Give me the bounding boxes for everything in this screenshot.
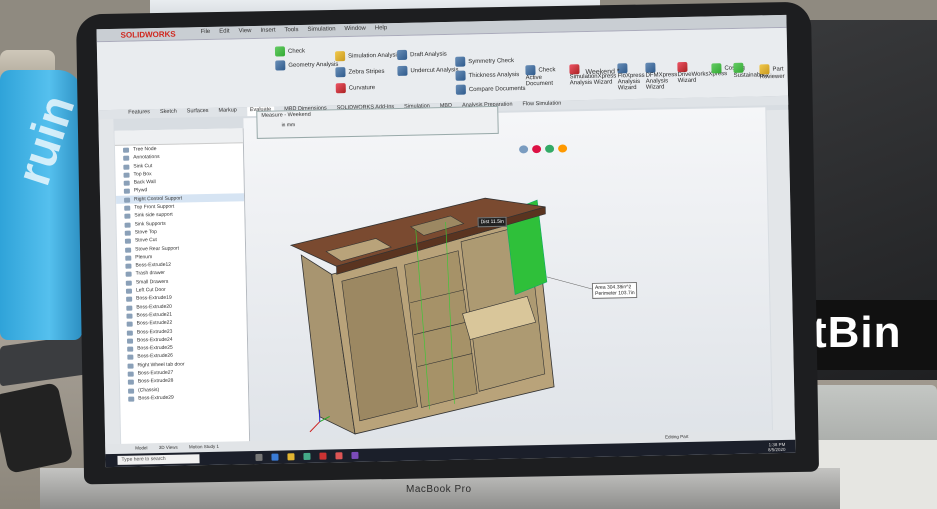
symmetry-icon bbox=[455, 56, 466, 67]
check-doc-icon bbox=[525, 65, 536, 76]
ribbon-thickness-button[interactable]: Thickness Analysis bbox=[455, 69, 519, 81]
distance-callout: Dist 11.5in bbox=[477, 216, 507, 228]
laptop-brand-label: MacBook Pro bbox=[406, 484, 472, 495]
ribbon-symmetry-button[interactable]: Symmetry Check bbox=[455, 56, 514, 67]
thickness-icon bbox=[455, 70, 466, 81]
zebra-icon bbox=[335, 67, 346, 78]
taskbar-clock: 1:38 PM 8/5/2020 bbox=[767, 441, 786, 453]
tab-features[interactable]: Features bbox=[128, 109, 150, 118]
status-text: Editing Part bbox=[665, 433, 689, 440]
menu-item-edit[interactable]: Edit bbox=[219, 28, 229, 34]
graphics-viewport[interactable]: Dist 11.5in Area 304.38in^2 Perimeter 10… bbox=[243, 107, 773, 452]
draft-icon bbox=[396, 49, 408, 60]
tree-list: Tree Node Annotations Sink Cut Top Box Back … bbox=[115, 143, 248, 403]
menu-item-simulation[interactable]: Simulation bbox=[307, 26, 335, 33]
menu-item-view[interactable]: View bbox=[239, 28, 252, 34]
tab-flow-simulation[interactable]: Flow Simulation bbox=[522, 101, 561, 111]
costing-icon bbox=[711, 63, 722, 74]
document-title: Weekend * bbox=[585, 68, 620, 77]
heads-up-toolbar bbox=[519, 144, 599, 156]
check-icon bbox=[274, 46, 286, 57]
menu-item-insert[interactable]: Insert bbox=[260, 28, 275, 34]
curvature-icon bbox=[335, 83, 346, 94]
driveworks-icon bbox=[677, 61, 688, 73]
folder-icon[interactable] bbox=[287, 453, 295, 461]
undercut-icon bbox=[397, 65, 408, 76]
solidworks-icon[interactable] bbox=[319, 452, 327, 460]
ribbon-floxpress-button[interactable]: FloXpress Analysis Wizard bbox=[617, 63, 645, 91]
simxpress-icon bbox=[569, 64, 580, 75]
app-icon-purple[interactable] bbox=[351, 451, 359, 460]
app-logo: SOLIDWORKS bbox=[120, 29, 176, 40]
display-style-icon[interactable] bbox=[532, 144, 542, 154]
measure-panel[interactable]: Measure - Weekend in mm bbox=[256, 105, 499, 139]
menu-item-help[interactable]: Help bbox=[375, 25, 387, 31]
area-callout: Area 304.38in^2 Perimeter 103.7in bbox=[591, 282, 638, 299]
tree-item[interactable]: Boss-Extrude29 bbox=[120, 392, 248, 403]
feature-manager-tree: Tree Node Annotations Sink Cut Top Box Back … bbox=[114, 128, 251, 451]
edge-icon[interactable] bbox=[271, 453, 279, 461]
appearance-icon[interactable] bbox=[545, 144, 555, 153]
tab-surfaces[interactable]: Surfaces bbox=[187, 108, 209, 117]
case-brand-text: tBin bbox=[812, 308, 902, 357]
sustain-icon bbox=[733, 62, 744, 73]
ribbon-undercut-button[interactable]: Undercut Analysis bbox=[397, 65, 459, 76]
geometry-analysis-icon bbox=[275, 60, 286, 71]
ribbon-check-doc-button[interactable]: Check Active Document bbox=[525, 65, 556, 87]
tab-model[interactable]: Model bbox=[135, 445, 147, 450]
ribbon-simulation-button[interactable]: Simulation Analysis bbox=[335, 50, 400, 62]
ribbon-compare-button[interactable]: Compare Documents bbox=[455, 83, 526, 95]
ribbon-check-button[interactable]: Check bbox=[274, 46, 305, 57]
app-icon-red[interactable] bbox=[335, 452, 343, 460]
taskbar-search[interactable]: Type here to search bbox=[117, 454, 200, 465]
photo-scene: tBin ruin MacBook Pro SOLIDWORKS File Ed… bbox=[0, 0, 937, 509]
scene-icon[interactable] bbox=[558, 144, 568, 153]
store-icon[interactable] bbox=[303, 452, 311, 461]
view-orientation-icon[interactable] bbox=[519, 145, 529, 154]
cabinet-model bbox=[289, 197, 593, 435]
ribbon-geometry-button[interactable]: Geometry Analysis bbox=[275, 59, 338, 71]
ribbon-curvature-button[interactable]: Curvature bbox=[335, 82, 376, 94]
tab-motion-study[interactable]: Motion Study 1 bbox=[189, 444, 219, 450]
tab-sketch[interactable]: Sketch bbox=[160, 109, 177, 118]
menu-item-window[interactable]: Window bbox=[344, 26, 365, 32]
ribbon-driveworks-button[interactable]: DriveWorksXpress Wizard bbox=[677, 61, 727, 84]
task-view-icon[interactable] bbox=[255, 453, 263, 462]
menu-bar: File Edit View Insert Tools Simulation W… bbox=[201, 25, 388, 35]
tab-markup[interactable]: Markup bbox=[218, 107, 237, 116]
ribbon-dfm-button[interactable]: DFMXpress Analysis Wizard bbox=[645, 62, 677, 91]
tab-3d-views[interactable]: 3D Views bbox=[159, 445, 178, 450]
ribbon-draft-button[interactable]: Draft Analysis bbox=[396, 49, 447, 60]
ribbon-reviewer-button[interactable]: Part Reviewer bbox=[759, 64, 785, 80]
measure-unit[interactable]: in mm bbox=[281, 122, 295, 128]
dfm-icon bbox=[645, 62, 656, 73]
reviewer-icon bbox=[759, 64, 770, 75]
menu-item-file[interactable]: File bbox=[201, 29, 211, 35]
laptop-screen: SOLIDWORKS File Edit View Insert Tools S… bbox=[96, 14, 796, 468]
menu-item-tools[interactable]: Tools bbox=[284, 27, 298, 33]
ribbon-zebra-button[interactable]: Zebra Stripes bbox=[335, 66, 385, 78]
simulation-icon bbox=[335, 51, 346, 62]
compare-icon bbox=[455, 84, 466, 95]
